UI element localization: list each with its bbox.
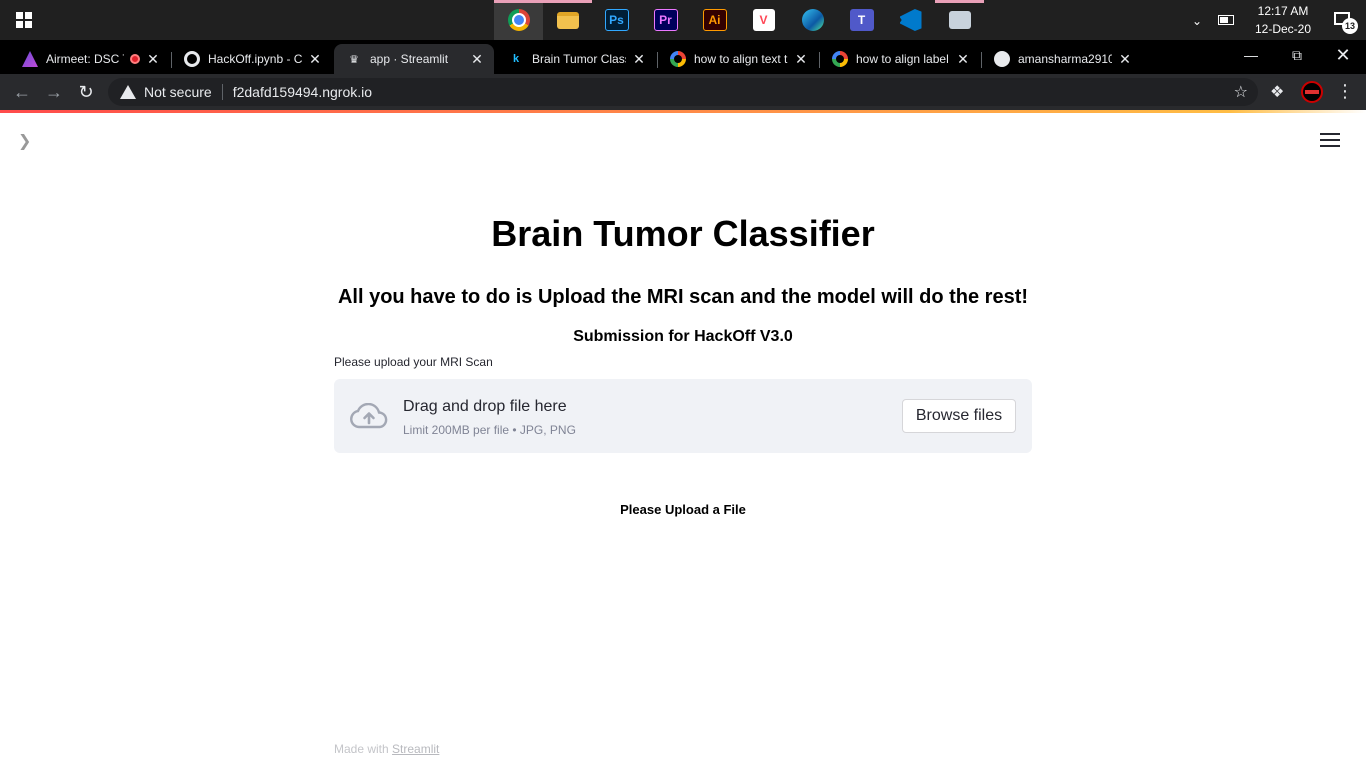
streamlit-footer: Made with Streamlit — [334, 742, 439, 756]
kaggle-icon: k — [512, 53, 520, 65]
forward-arrow-icon[interactable]: → — [40, 78, 68, 106]
tab-title: app · Streamlit — [370, 52, 449, 66]
browser-tab[interactable]: k Brain Tumor Classi ✕ — [496, 44, 656, 74]
windows-start-icon[interactable] — [16, 12, 32, 28]
restore-window-button[interactable]: ⧉ — [1274, 40, 1320, 70]
dropzone-limit-text: Limit 200MB per file • JPG, PNG — [403, 423, 576, 437]
tab-title: HackOff.ipynb - Co — [208, 52, 302, 66]
taskbar-app-monitor[interactable] — [935, 0, 984, 40]
windows-taskbar: Ps Pr Ai V T ⌄ 12:17 AM 12-Dec-20 13 — [0, 0, 1366, 40]
file-dropzone[interactable]: Drag and drop file here Limit 200MB per … — [334, 379, 1032, 453]
google-icon — [670, 51, 686, 67]
tab-close-icon[interactable]: ✕ — [1118, 52, 1132, 66]
tab-close-icon[interactable]: ✕ — [308, 52, 322, 66]
browser-tab[interactable]: HackOff.ipynb - Co ✕ — [172, 44, 332, 74]
notification-center-icon[interactable]: 13 — [1332, 10, 1358, 34]
valorant-icon: V — [752, 9, 775, 31]
footer-prefix: Made with — [334, 742, 389, 756]
taskbar-app-teams[interactable]: T — [837, 0, 886, 40]
clock-date: 12-Dec-20 — [1254, 22, 1312, 36]
dropzone-instructions: Drag and drop file here — [403, 398, 567, 415]
tab-title: how to align label — [856, 52, 949, 66]
google-icon — [832, 51, 848, 67]
tab-close-icon[interactable]: ✕ — [470, 52, 484, 66]
profile-avatar[interactable] — [1301, 81, 1323, 103]
tab-close-icon[interactable]: ✕ — [632, 52, 646, 66]
browser-tab[interactable]: Airmeet: DSC T ✕ — [10, 44, 170, 74]
edge-icon — [801, 9, 824, 31]
vscode-icon — [899, 9, 922, 31]
folder-icon — [556, 11, 579, 29]
tab-title: Airmeet: DSC T — [46, 52, 124, 66]
streamlit-crown-icon: ♛ — [349, 53, 359, 66]
running-indicator — [494, 0, 543, 3]
taskbar-app-valorant[interactable]: V — [739, 0, 788, 40]
tab-title: how to align text t — [694, 52, 788, 66]
taskbar-apps: Ps Pr Ai V T — [494, 0, 984, 40]
minimize-window-button[interactable]: — — [1228, 40, 1274, 70]
notification-count-badge: 13 — [1342, 18, 1358, 34]
system-tray: ⌄ 12:17 AM 12-Dec-20 13 — [1192, 0, 1366, 40]
tab-close-icon[interactable]: ✕ — [956, 52, 970, 66]
close-window-button[interactable]: ✕ — [1320, 40, 1366, 70]
tray-chevron-icon[interactable]: ⌄ — [1192, 14, 1204, 28]
bookmark-star-icon[interactable]: ☆ — [1234, 82, 1248, 102]
browser-tab[interactable]: amansharma2910/ ✕ — [982, 44, 1142, 74]
clock-time: 12:17 AM — [1257, 4, 1309, 18]
taskbar-app-photoshop[interactable]: Ps — [592, 0, 641, 40]
teams-icon: T — [849, 9, 874, 31]
tab-title: amansharma2910/ — [1018, 52, 1112, 66]
battery-icon[interactable] — [1218, 15, 1234, 25]
recording-indicator-icon — [130, 54, 140, 64]
submission-caption: Submission for HackOff V3.0 — [573, 328, 793, 345]
browser-tab[interactable]: how to align text t ✕ — [658, 44, 818, 74]
github-icon — [994, 51, 1010, 67]
browse-files-button[interactable]: Browse files — [902, 399, 1016, 433]
upload-status-message: Please Upload a File — [620, 502, 746, 517]
illustrator-icon: Ai — [702, 9, 727, 31]
taskbar-app-illustrator[interactable]: Ai — [690, 0, 739, 40]
browser-tab[interactable]: how to align label ✕ — [820, 44, 980, 74]
taskbar-clock[interactable]: 12:17 AM 12-Dec-20 — [1248, 2, 1318, 38]
browser-menu-icon[interactable]: ⋮ — [1336, 80, 1354, 102]
address-bar[interactable]: Not secure f2dafd159494.ngrok.io ☆ — [108, 78, 1258, 106]
tab-close-icon[interactable]: ✕ — [794, 52, 808, 66]
url-text[interactable]: f2dafd159494.ngrok.io — [233, 84, 372, 100]
running-indicator — [935, 0, 984, 3]
security-label[interactable]: Not secure — [144, 84, 212, 100]
taskbar-app-file-explorer[interactable] — [543, 0, 592, 40]
tab-close-icon[interactable]: ✕ — [146, 52, 160, 66]
taskbar-app-chrome[interactable] — [494, 0, 543, 40]
back-arrow-icon[interactable]: ← — [8, 78, 36, 106]
airmeet-icon — [22, 51, 38, 67]
reload-icon[interactable]: ↻ — [72, 78, 100, 106]
chrome-icon — [507, 9, 530, 31]
premiere-icon: Pr — [653, 9, 678, 31]
photoshop-icon: Ps — [604, 9, 629, 31]
warning-triangle-icon[interactable] — [120, 85, 136, 99]
taskbar-app-edge[interactable] — [788, 0, 837, 40]
browser-tab[interactable]: ♛ app · Streamlit ✕ — [334, 44, 494, 74]
taskbar-app-vscode[interactable] — [886, 0, 935, 40]
file-uploader-label: Please upload your MRI Scan — [334, 355, 493, 369]
taskbar-app-premiere[interactable]: Pr — [641, 0, 690, 40]
monitor-icon — [948, 11, 971, 29]
page-subtitle: All you have to do is Upload the MRI sca… — [337, 286, 1029, 308]
extensions-puzzle-icon[interactable]: ❖ — [1270, 82, 1288, 101]
running-indicator — [543, 0, 592, 3]
omnibox-divider — [221, 84, 223, 100]
browser-tab-strip: Airmeet: DSC T ✕ HackOff.ipynb - Co ✕ ♛ app ·… — [0, 40, 1366, 107]
sidebar-expand-chevron-icon[interactable]: ❯ — [18, 131, 36, 150]
page-title: Brain Tumor Classifier — [491, 213, 875, 254]
streamlit-app: ❯ Brain Tumor Classifier All you have to… — [0, 113, 1366, 768]
streamlit-link[interactable]: Streamlit — [392, 742, 439, 756]
colab-icon — [184, 51, 200, 67]
tab-title: Brain Tumor Classi — [532, 52, 626, 66]
hamburger-menu-icon[interactable] — [1320, 133, 1340, 149]
browser-toolbar: ← → ↻ Not secure f2dafd159494.ngrok.io ☆ — [0, 74, 1366, 110]
cloud-upload-icon — [350, 403, 388, 429]
